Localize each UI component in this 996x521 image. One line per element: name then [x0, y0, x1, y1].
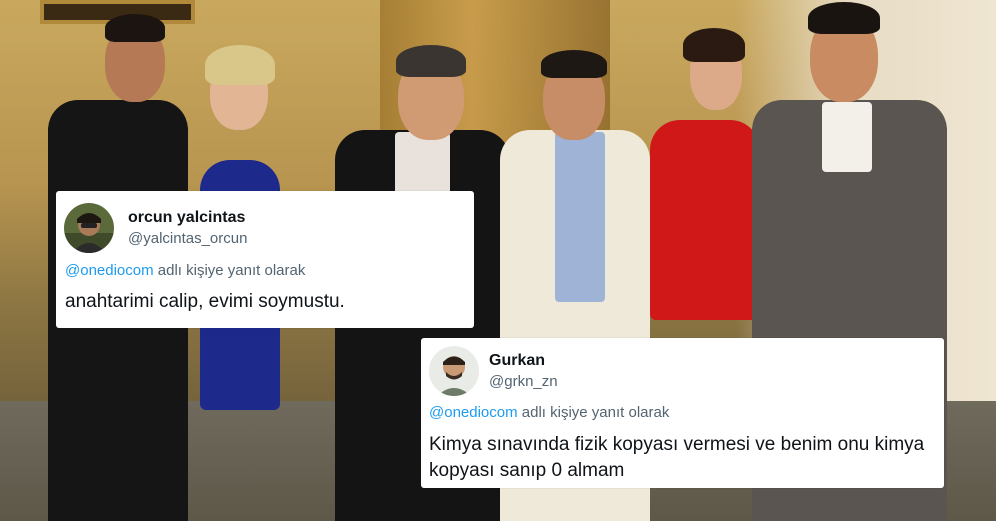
reply-context: @onediocom adlı kişiye yanıt olarak — [429, 404, 669, 421]
tweet-card[interactable]: orcun yalcintas @yalcintas_orcun @onedio… — [56, 191, 474, 328]
avatar[interactable] — [429, 346, 479, 396]
username[interactable]: @yalcintas_orcun — [128, 230, 247, 247]
tweet-text: Kimya sınavında fizik kopyası vermesi ve… — [429, 434, 925, 481]
reply-mention-link[interactable]: @onediocom — [429, 404, 518, 421]
avatar[interactable] — [64, 203, 114, 253]
display-name[interactable]: Gurkan — [489, 352, 545, 370]
reply-mention-link[interactable]: @onediocom — [65, 262, 154, 279]
tweet-card[interactable]: Gurkan @grkn_zn @onediocom adlı kişiye y… — [421, 338, 944, 488]
reply-context-text: adlı kişiye yanıt olarak — [517, 404, 670, 421]
username[interactable]: @grkn_zn — [489, 373, 558, 390]
tweet-text: anahtarimi calip, evimi soymustu. — [65, 291, 345, 312]
display-name[interactable]: orcun yalcintas — [128, 209, 245, 227]
reply-context: @onediocom adlı kişiye yanıt olarak — [65, 262, 305, 279]
reply-context-text: adlı kişiye yanıt olarak — [153, 262, 306, 279]
